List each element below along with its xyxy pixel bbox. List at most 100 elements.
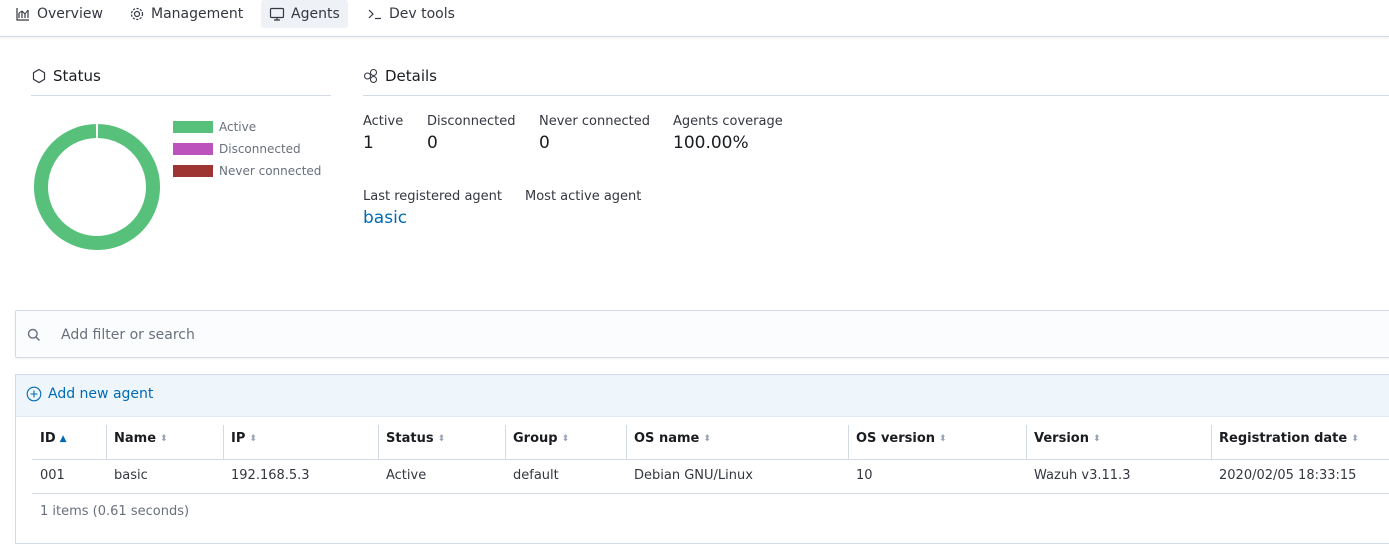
sort-icon: ⬍ xyxy=(249,433,257,444)
sort-icon: ⬍ xyxy=(703,433,711,444)
column-separator xyxy=(1211,425,1212,459)
stat-agents-coverage-label: Agents coverage xyxy=(673,114,783,129)
column-header-os-version[interactable]: OS version ⬍ xyxy=(856,431,947,446)
details-title-text: Details xyxy=(385,67,438,85)
cell-os-version: 10 xyxy=(856,468,873,483)
stat-never-connected: Never connected 0 xyxy=(539,114,650,153)
column-separator xyxy=(223,425,224,459)
stat-disconnected: Disconnected 0 xyxy=(427,114,515,153)
status-donut-chart xyxy=(34,124,160,250)
status-title-text: Status xyxy=(53,67,101,85)
details-title: Details xyxy=(363,67,437,85)
column-separator xyxy=(848,425,849,459)
stat-never-connected-label: Never connected xyxy=(539,114,650,129)
column-header-status[interactable]: Status ⬍ xyxy=(386,431,445,446)
stat-last-registered-label: Last registered agent xyxy=(363,189,502,204)
tab-overview-label: Overview xyxy=(37,6,103,22)
stat-most-active-label: Most active agent xyxy=(525,189,642,204)
column-header-name[interactable]: Name ⬍ xyxy=(114,431,168,446)
legend-label-disconnected: Disconnected xyxy=(219,142,301,156)
stat-active: Active 1 xyxy=(363,114,403,153)
circles-icon xyxy=(363,68,378,84)
sort-asc-icon: ▲ xyxy=(59,433,67,444)
column-header-os-version-label: OS version xyxy=(856,431,936,446)
column-separator xyxy=(505,425,506,459)
status-divider xyxy=(31,95,331,96)
legend-label-active: Active xyxy=(219,120,257,134)
status-title: Status xyxy=(31,67,101,85)
stat-active-label: Active xyxy=(363,114,404,129)
sort-icon: ⬍ xyxy=(160,433,168,444)
sort-icon: ⬍ xyxy=(939,433,947,444)
monitor-icon xyxy=(269,7,285,21)
legend-label-never-connected: Never connected xyxy=(219,164,322,178)
tab-agents-label: Agents xyxy=(291,6,340,22)
column-separator xyxy=(1026,425,1027,459)
cell-ip: 192.168.5.3 xyxy=(231,468,310,483)
tab-dev-tools-label: Dev tools xyxy=(389,6,455,22)
legend-item-active[interactable]: Active xyxy=(173,120,256,134)
column-header-registration-date[interactable]: Registration date ⬍ xyxy=(1219,431,1359,446)
column-header-os-name[interactable]: OS name ⬍ xyxy=(634,431,711,446)
column-header-status-label: Status xyxy=(386,431,434,446)
stat-disconnected-label: Disconnected xyxy=(427,114,516,129)
stat-disconnected-value: 0 xyxy=(427,133,438,153)
top-nav: Overview Management Agents Dev tools xyxy=(0,0,1389,37)
column-header-group-label: Group xyxy=(513,431,558,446)
cell-group: default xyxy=(513,468,559,483)
tab-dev-tools[interactable]: Dev tools xyxy=(367,0,455,28)
legend-swatch-active xyxy=(173,121,213,133)
stat-last-registered: Last registered agent basic xyxy=(363,189,502,228)
stat-active-value: 1 xyxy=(363,133,374,153)
donut-slice-active[interactable] xyxy=(34,124,160,250)
last-registered-agent-link[interactable]: basic xyxy=(363,208,502,228)
stat-most-active: Most active agent xyxy=(525,189,641,208)
cell-status: Active xyxy=(386,468,427,483)
column-header-id[interactable]: ID ▲ xyxy=(40,431,67,446)
row-divider xyxy=(32,493,1389,494)
column-separator xyxy=(378,425,379,459)
table-footer: 1 items (0.61 seconds) xyxy=(40,504,190,519)
sort-icon: ⬍ xyxy=(1092,433,1101,444)
cell-name: basic xyxy=(114,468,148,483)
sort-icon: ⬍ xyxy=(437,433,446,444)
column-separator xyxy=(626,425,627,459)
column-header-ip[interactable]: IP ⬍ xyxy=(231,431,257,446)
details-divider xyxy=(363,95,1389,96)
terminal-icon xyxy=(368,9,381,20)
sort-icon: ⬍ xyxy=(561,433,570,444)
legend-swatch-disconnected xyxy=(173,143,213,155)
column-header-name-label: Name xyxy=(114,431,157,446)
search-input[interactable] xyxy=(59,324,959,346)
agents-table-panel: Add new agent ID ▲ Name ⬍ IP ⬍ Status ⬍ … xyxy=(15,374,1389,544)
column-header-os-name-label: OS name xyxy=(634,431,700,446)
column-header-version-label: Version xyxy=(1034,431,1089,446)
table-toolbar: Add new agent xyxy=(16,375,1389,417)
header-divider xyxy=(32,459,1389,460)
column-header-version[interactable]: Version ⬍ xyxy=(1034,431,1101,446)
chart-icon xyxy=(16,8,29,21)
stat-agents-coverage-value: 100.00% xyxy=(673,133,749,153)
tab-management[interactable]: Management xyxy=(129,0,243,28)
cell-id: 001 xyxy=(40,468,65,483)
legend-item-disconnected[interactable]: Disconnected xyxy=(173,142,301,156)
tab-management-label: Management xyxy=(151,6,244,22)
column-separator xyxy=(106,425,107,459)
column-header-group[interactable]: Group ⬍ xyxy=(513,431,569,446)
tab-overview[interactable]: Overview xyxy=(15,0,103,28)
search-bar xyxy=(15,310,1389,358)
stat-never-connected-value: 0 xyxy=(539,133,550,153)
legend-item-never-connected[interactable]: Never connected xyxy=(173,164,321,178)
cell-registration-date: 2020/02/05 18:33:15 xyxy=(1219,468,1357,483)
add-new-agent-button[interactable]: Add new agent xyxy=(26,386,153,402)
gear-icon xyxy=(130,7,144,21)
cell-os-name: Debian GNU/Linux xyxy=(634,468,753,483)
column-header-id-label: ID xyxy=(40,431,56,446)
column-header-registration-date-label: Registration date xyxy=(1219,431,1348,446)
column-header-ip-label: IP xyxy=(231,431,246,446)
legend-swatch-never-connected xyxy=(173,165,213,177)
plus-circle-icon xyxy=(26,386,42,402)
add-new-agent-label: Add new agent xyxy=(48,386,154,402)
hexagon-icon xyxy=(32,68,46,84)
tab-agents[interactable]: Agents xyxy=(261,0,348,28)
